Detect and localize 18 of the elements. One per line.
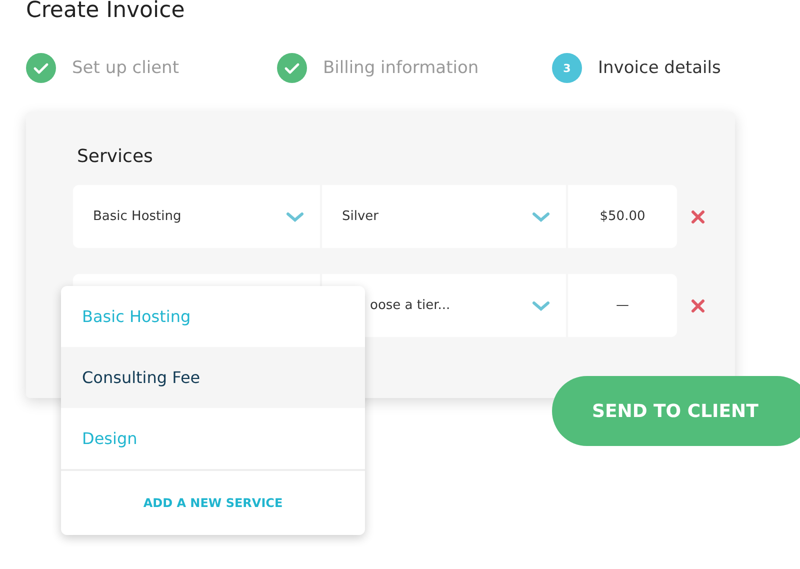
tier-select[interactable]: Silver	[322, 185, 566, 248]
step-label: Billing information	[323, 58, 479, 78]
check-icon	[277, 53, 307, 83]
chevron-icon	[286, 212, 304, 222]
step-label: Invoice details	[598, 58, 721, 78]
check-icon	[26, 53, 56, 83]
chevron-icon	[532, 212, 550, 222]
step-label: Set up client	[72, 58, 179, 78]
section-heading: Services	[77, 146, 154, 167]
dropdown-option[interactable]: Consulting Fee	[61, 347, 365, 408]
service-select[interactable]: Basic Hosting	[73, 185, 320, 248]
price-cell: $50.00	[568, 185, 677, 248]
page-title: Create Invoice	[26, 0, 185, 23]
delete-icon[interactable]	[691, 210, 705, 224]
delete-icon[interactable]	[691, 298, 705, 312]
chevron-icon	[532, 300, 550, 310]
price-cell: —	[568, 274, 677, 337]
step-number: 3	[552, 53, 582, 83]
